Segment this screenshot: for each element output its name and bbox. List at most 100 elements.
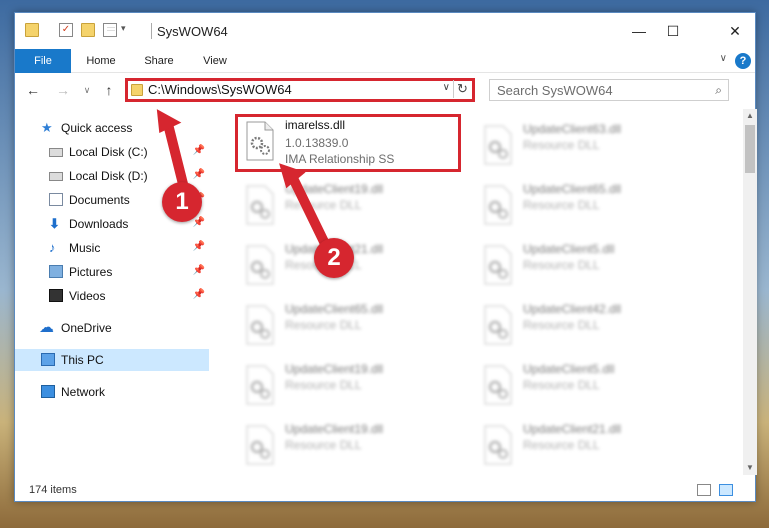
title-bar: ✓ ▾ SysWOW64 — ☐ ✕ <box>15 13 755 49</box>
sidebar-item-onedrive[interactable]: ☁ OneDrive <box>15 317 209 339</box>
tab-home[interactable]: Home <box>81 49 121 73</box>
onedrive-icon: ☁ <box>39 319 54 336</box>
sidebar-item-label: Pictures <box>69 265 113 279</box>
file-item[interactable]: UpdateClient21.dll Resource DLL <box>475 419 705 473</box>
help-icon[interactable]: ? <box>735 53 751 69</box>
file-description: Resource DLL <box>523 258 600 272</box>
file-name: UpdateClient5.dll <box>523 362 615 376</box>
qat-dropdown-icon[interactable]: ▾ <box>121 23 126 34</box>
sidebar-item-network[interactable]: Network <box>15 381 209 403</box>
file-name: UpdateClient19.dll <box>285 422 384 436</box>
title-separator <box>151 23 152 39</box>
sidebar-item-label: Local Disk (D:) <box>69 169 148 183</box>
address-dropdown-icon[interactable]: ∨ <box>443 82 450 93</box>
dll-file-icon <box>484 365 512 405</box>
file-item[interactable]: UpdateClient19.dll Resource DLL <box>237 359 467 413</box>
expand-ribbon-icon[interactable]: ∨ <box>720 53 727 64</box>
pin-icon: 📌 <box>192 169 205 180</box>
drive-icon <box>49 172 63 181</box>
scrollbar-thumb[interactable] <box>745 125 755 173</box>
properties-check-icon[interactable]: ✓ <box>59 23 73 37</box>
pin-icon: 📌 <box>192 289 205 300</box>
network-icon <box>41 385 55 398</box>
item-count: 174 items <box>29 484 77 496</box>
file-item[interactable]: UpdateClient65.dll Resource DLL <box>237 299 467 353</box>
sidebar-item-videos[interactable]: Videos 📌 <box>15 285 209 307</box>
search-input[interactable]: Search SysWOW64 ⌕ <box>489 79 729 101</box>
vertical-scrollbar[interactable]: ▲ ▼ <box>743 109 757 475</box>
file-highlight-box <box>235 114 461 172</box>
downloads-icon: ⬇ <box>49 216 60 231</box>
file-item[interactable]: UpdateClient5.dll Resource DLL <box>475 239 705 293</box>
search-placeholder: Search SysWOW64 <box>497 83 613 98</box>
tab-file[interactable]: File <box>15 49 71 73</box>
sidebar-item-quick-access[interactable]: ★ Quick access <box>15 117 209 139</box>
pin-icon: 📌 <box>192 145 205 156</box>
sidebar-item-label: Videos <box>69 289 106 303</box>
back-button[interactable]: ← <box>23 80 43 100</box>
file-item[interactable]: UpdateClient19.dll Resource DLL <box>237 419 467 473</box>
folder-icon <box>131 84 143 96</box>
file-item[interactable]: UpdateClient42.dll Resource DLL <box>475 299 705 353</box>
file-item[interactable]: UpdateClient63.dll Resource DLL <box>475 119 705 173</box>
file-name: UpdateClient65.dll <box>285 302 384 316</box>
file-name: UpdateClient19.dll <box>285 362 384 376</box>
dll-file-icon <box>246 185 274 225</box>
star-icon: ★ <box>41 120 53 135</box>
up-button[interactable]: ↑ <box>99 80 119 100</box>
sidebar-item-label: Network <box>61 385 106 399</box>
file-description: Resource DLL <box>285 318 362 332</box>
videos-icon <box>49 289 63 302</box>
minimize-button[interactable]: — <box>625 19 653 43</box>
pin-icon: 📌 <box>192 241 205 252</box>
address-text[interactable]: C:\Windows\SysWOW64 <box>148 82 292 97</box>
sidebar-item-label: OneDrive <box>61 321 112 335</box>
window-title: SysWOW64 <box>157 24 228 39</box>
sidebar-item-local-disk-c[interactable]: Local Disk (C:) 📌 <box>15 141 209 163</box>
new-folder-icon[interactable] <box>81 23 95 37</box>
tab-share[interactable]: Share <box>139 49 179 73</box>
file-item[interactable]: UpdateClient19.dll Resource DLL <box>237 179 467 233</box>
status-bar: 174 items <box>15 479 755 501</box>
sidebar-item-this-pc[interactable]: This PC <box>15 349 209 371</box>
scroll-down-icon[interactable]: ▼ <box>743 461 757 475</box>
this-pc-icon <box>41 353 55 366</box>
scroll-up-icon[interactable]: ▲ <box>743 109 757 123</box>
file-item[interactable]: UpdateClient65.dll Resource DLL <box>475 179 705 233</box>
refresh-icon[interactable]: ↻ <box>453 80 471 98</box>
navigation-pane: ★ Quick access Local Disk (C:) 📌 Local D… <box>15 109 211 475</box>
forward-button[interactable]: → <box>53 80 73 100</box>
pin-icon: 📌 <box>192 217 205 228</box>
ribbon-tabs: File Home Share View ∨ ? <box>15 49 755 73</box>
dll-file-icon <box>484 305 512 345</box>
sidebar-item-pictures[interactable]: Pictures 📌 <box>15 261 209 283</box>
sidebar-item-music[interactable]: ♪ Music 📌 <box>15 237 209 259</box>
folder-icon <box>25 23 39 37</box>
customize-qat-icon[interactable] <box>103 23 117 37</box>
file-name: UpdateClient42.dll <box>523 302 622 316</box>
pictures-icon <box>49 265 63 278</box>
file-description: Resource DLL <box>285 198 362 212</box>
file-name: UpdateClient21.dll <box>523 422 622 436</box>
search-icon[interactable]: ⌕ <box>715 83 722 98</box>
file-description: Resource DLL <box>523 378 600 392</box>
address-bar[interactable]: C:\Windows\SysWOW64 ∨ ↻ <box>125 78 475 102</box>
recent-locations-button[interactable]: ∨ <box>77 80 97 100</box>
sidebar-item-label: Downloads <box>69 217 129 231</box>
details-view-icon[interactable] <box>697 484 711 496</box>
step-marker-1: 1 <box>162 182 202 222</box>
file-item[interactable]: UpdateClient5.dll Resource DLL <box>475 359 705 413</box>
drive-icon <box>49 148 63 157</box>
dll-file-icon <box>246 425 274 465</box>
dll-file-icon <box>484 125 512 165</box>
sidebar-item-label: Local Disk (C:) <box>69 145 148 159</box>
file-description: Resource DLL <box>523 138 600 152</box>
tab-view[interactable]: View <box>197 49 233 73</box>
sidebar-item-label: Music <box>69 241 101 255</box>
large-icons-view-icon[interactable] <box>719 484 733 496</box>
pin-icon: 📌 <box>192 265 205 276</box>
dll-file-icon <box>246 305 274 345</box>
close-button[interactable]: ✕ <box>721 19 749 43</box>
file-name: UpdateClient65.dll <box>523 182 622 196</box>
maximize-button[interactable]: ☐ <box>659 19 687 43</box>
